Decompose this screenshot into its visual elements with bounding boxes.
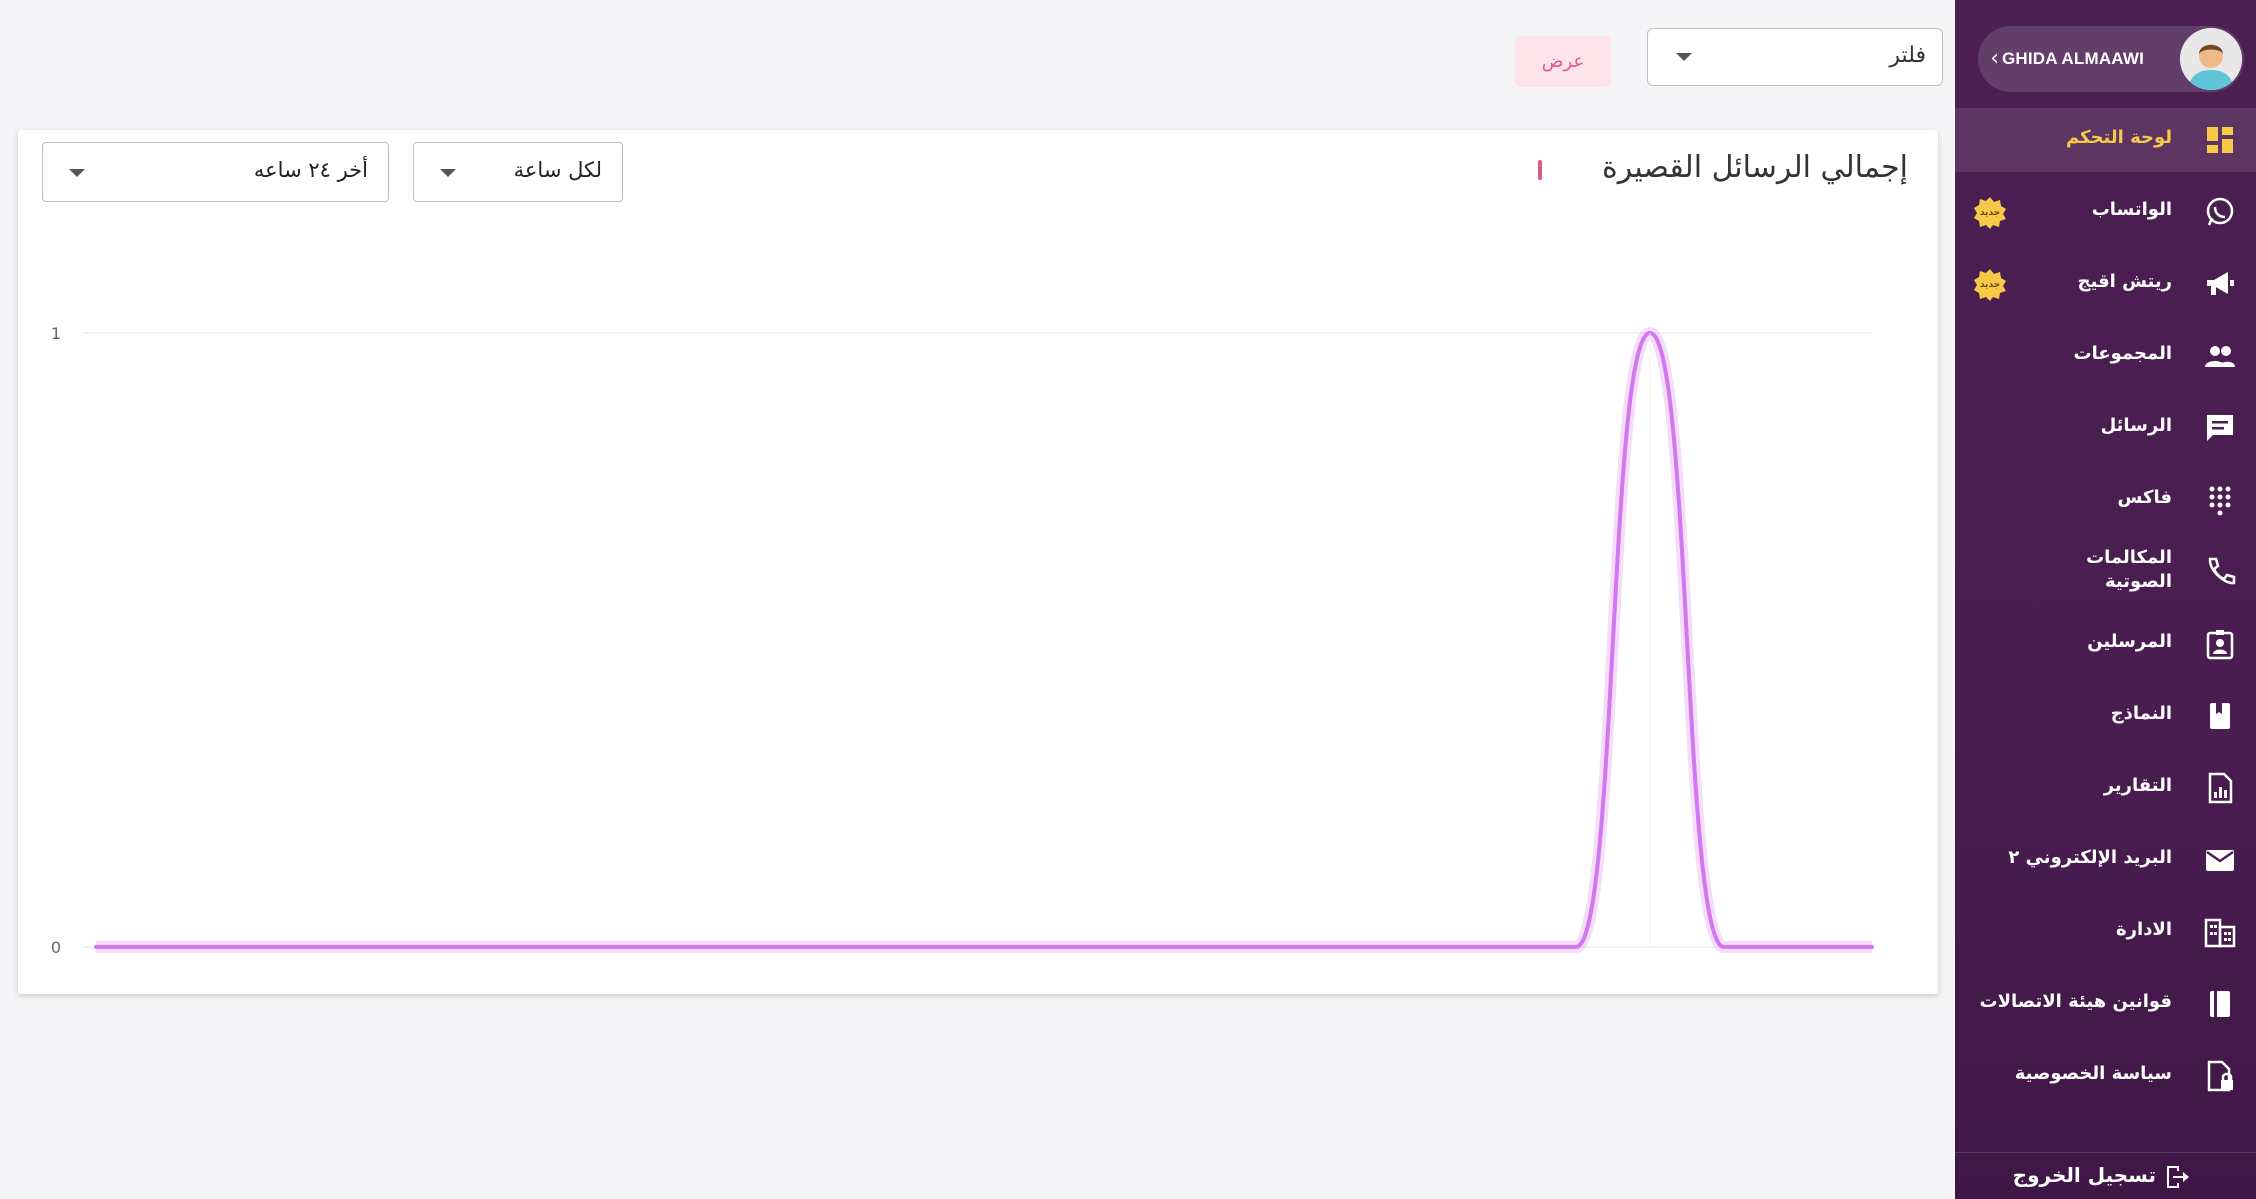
sidebar-item-building[interactable]: الادارة <box>1955 900 2256 964</box>
profile-menu[interactable]: GHIDA ALMAAWI ‹ <box>1978 26 2244 92</box>
new-badge: جديد <box>1973 196 2007 230</box>
logout-button[interactable]: تسجيل الخروج <box>1955 1152 2256 1199</box>
interval-select-value: لكل ساعة <box>513 158 602 182</box>
new-badge: جديد <box>1973 268 2007 302</box>
sidebar-item-label: المرسلين <box>2087 631 2172 652</box>
sidebar-item-dashboard[interactable]: لوحة التحكم <box>1955 108 2256 172</box>
sidebar-item-label: فاكس <box>2117 487 2172 508</box>
dialpad-icon <box>2209 486 2231 516</box>
dashboard-icon <box>2207 127 2233 153</box>
sidebar-item-contact-badge[interactable]: المرسلين <box>1955 612 2256 676</box>
whatsapp-icon <box>2206 197 2234 226</box>
sidebar: GHIDA ALMAAWI ‹ لوحة التحكم الواتساب جديد ر… <box>1955 0 2256 1199</box>
sidebar-item-book[interactable]: قوانين هيئة الاتصالات <box>1955 972 2256 1036</box>
sidebar-item-label: الادارة <box>2116 919 2172 940</box>
chevron-left-icon: ‹ <box>1990 46 1999 71</box>
building-icon <box>2204 918 2236 948</box>
x-tick-time: PM 02 <box>70 993 122 994</box>
sidebar-item-megaphone[interactable]: ريتش اقيج جديد <box>1955 252 2256 316</box>
chevron-down-icon <box>440 169 456 177</box>
sidebar-item-groups[interactable]: المجموعات <box>1955 324 2256 388</box>
logout-icon <box>2167 1166 2189 1188</box>
y-tick-label: 0 <box>51 938 61 957</box>
x-tick-time: PM 04 <box>218 993 270 994</box>
sms-total-card: إجمالي الرسائل القصيرة لكل ساعة أخر ٢٤ س… <box>18 130 1938 994</box>
x-tick-time: PM 08 <box>514 993 566 994</box>
filter-label: فلتر <box>1889 43 1926 68</box>
sms-line-chart: 10PM 02DEC 23PM 04DEC 23PM 06DEC 23PM 08… <box>51 324 1898 994</box>
chat-icon <box>2207 415 2233 441</box>
megaphone-icon <box>2207 272 2234 295</box>
email-icon <box>2206 850 2234 871</box>
range-select-value: أخر ٢٤ ساعه <box>253 158 368 182</box>
sidebar-item-label: النماذج <box>2110 703 2172 724</box>
x-tick-time: PM 06 <box>366 993 418 994</box>
bookmark-icon <box>2210 703 2230 729</box>
sidebar-item-label: الواتساب <box>2091 199 2172 220</box>
sidebar-item-label: البريد الإلكتروني ٢ <box>2008 847 2172 868</box>
y-tick-label: 1 <box>51 324 61 343</box>
x-tick-time: AM 10 <box>1549 993 1602 994</box>
x-tick-time: AM 08 <box>1401 993 1454 994</box>
x-tick-time: AM 04 <box>1105 993 1158 994</box>
x-tick-time: AM 06 <box>1253 993 1306 994</box>
sidebar-item-phone[interactable]: المكالمات الصوتية <box>1955 540 2256 604</box>
interval-select[interactable]: لكل ساعة <box>413 142 623 202</box>
sidebar-item-label: المكالمات الصوتية <box>2086 547 2172 592</box>
avatar-icon <box>2180 28 2242 90</box>
x-tick-time: PM 02 <box>1846 993 1898 994</box>
sidebar-item-whatsapp[interactable]: الواتساب جديد <box>1955 180 2256 244</box>
report-icon <box>2208 772 2233 804</box>
sidebar-item-label: المجموعات <box>2073 343 2172 364</box>
sidebar-item-label: الرسائل <box>2100 415 2172 436</box>
sidebar-item-email[interactable]: البريد الإلكتروني ٢ <box>1955 828 2256 892</box>
card-title: إجمالي الرسائل القصيرة <box>1602 150 1908 185</box>
sidebar-item-report[interactable]: التقارير <box>1955 756 2256 820</box>
contact-badge-icon <box>2206 630 2234 660</box>
lock-file-icon <box>2207 1060 2233 1092</box>
new-badge-label: جديد <box>1979 280 2001 290</box>
phone-icon <box>2208 557 2236 585</box>
view-button[interactable]: عرض <box>1515 36 1611 87</box>
new-badge-label: جديد <box>1979 208 2001 218</box>
sidebar-item-lock-file[interactable]: سياسة الخصوصية <box>1955 1044 2256 1108</box>
sidebar-item-label: سياسة الخصوصية <box>2014 1063 2172 1084</box>
groups-icon <box>2205 346 2235 367</box>
range-select[interactable]: أخر ٢٤ ساعه <box>42 142 389 202</box>
chevron-down-icon <box>69 169 85 177</box>
filter-select[interactable]: فلتر <box>1647 28 1943 86</box>
sidebar-item-bookmark[interactable]: النماذج <box>1955 684 2256 748</box>
sidebar-item-label: التقارير <box>2103 775 2172 796</box>
series-line <box>94 331 1874 949</box>
x-tick-time: PM 10 <box>662 993 714 994</box>
series-line-glow <box>96 327 1872 953</box>
sidebar-item-label: ريتش اقيج <box>2077 271 2172 292</box>
sidebar-item-label: لوحة التحكم <box>2065 127 2172 148</box>
user-name: GHIDA ALMAAWI <box>2001 49 2144 68</box>
sidebar-item-label: قوانين هيئة الاتصالات <box>1979 991 2173 1012</box>
title-accent-mark <box>1538 160 1542 180</box>
avatar <box>2180 28 2242 90</box>
sidebar-item-chat[interactable]: الرسائل <box>1955 396 2256 460</box>
x-tick-time: AM 12 <box>809 993 862 994</box>
book-icon <box>2210 991 2230 1017</box>
x-tick-time: PM 12 <box>1698 993 1750 994</box>
logout-label: تسجيل الخروج <box>2012 1163 2156 1187</box>
chevron-down-icon <box>1676 53 1692 61</box>
x-tick-time: AM 02 <box>957 993 1010 994</box>
sidebar-item-dialpad[interactable]: فاكس <box>1955 468 2256 532</box>
